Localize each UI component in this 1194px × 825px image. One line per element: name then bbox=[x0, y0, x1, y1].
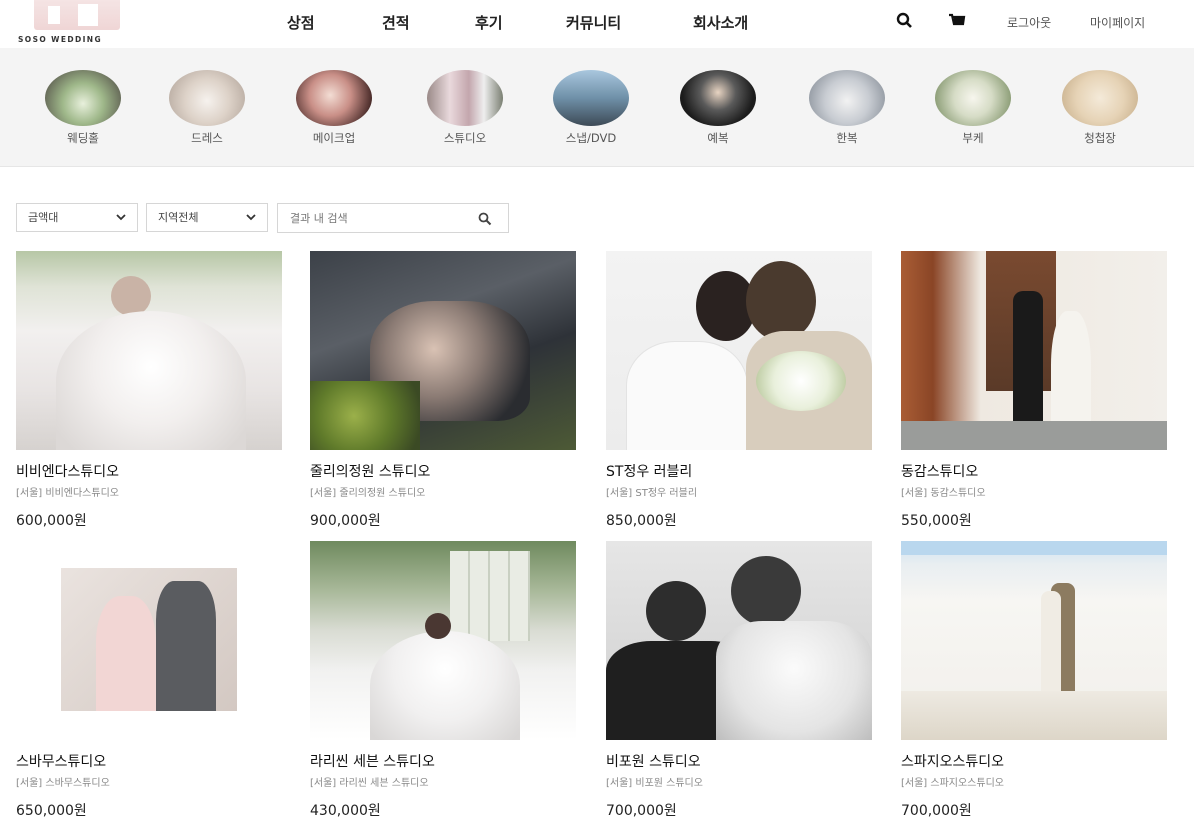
product-subtitle: [서울] 비비엔다스튜디오 bbox=[16, 488, 119, 499]
category-label: 스냅/DVD bbox=[565, 131, 617, 145]
product-photo bbox=[310, 251, 576, 450]
category-label: 부케 bbox=[962, 131, 984, 145]
product-price: 850,000원 bbox=[606, 513, 677, 529]
category-studio[interactable]: 스튜디오 bbox=[420, 70, 510, 146]
category-invitation[interactable]: 청첩장 bbox=[1055, 70, 1145, 146]
category-bar: 웨딩홀 드레스 메이크업 스튜디오 스냅/DVD 예복 한복 부케 청첩장 bbox=[0, 48, 1194, 167]
nav-reviews[interactable]: 후기 bbox=[475, 12, 503, 33]
price-range-select[interactable]: 금액대 bbox=[16, 203, 138, 232]
category-label: 메이크업 bbox=[312, 131, 356, 145]
category-image bbox=[1062, 70, 1138, 126]
nav-estimate[interactable]: 견적 bbox=[382, 12, 410, 33]
category-label: 청첩장 bbox=[1084, 131, 1116, 145]
logo-text: SOSO WEDDING bbox=[18, 35, 103, 44]
product-card[interactable]: 스바무스튜디오 [서울] 스바무스튜디오 650,000원 bbox=[16, 541, 282, 820]
product-subtitle: [서울] 라리씬 세븐 스튜디오 bbox=[310, 778, 429, 789]
category-label: 예복 bbox=[707, 131, 729, 145]
search-within-results bbox=[277, 203, 509, 233]
nav-shop[interactable]: 상점 bbox=[287, 12, 315, 33]
product-subtitle: [서울] ST정우 러블리 bbox=[606, 488, 698, 499]
product-name: 스바무스튜디오 bbox=[16, 754, 107, 770]
product-price: 550,000원 bbox=[901, 513, 972, 529]
product-price: 900,000원 bbox=[310, 513, 381, 529]
search-input[interactable] bbox=[288, 211, 472, 226]
cart-icon[interactable] bbox=[948, 12, 966, 30]
chevron-down-icon bbox=[115, 204, 127, 242]
product-name: ST정우 러블리 bbox=[606, 464, 693, 480]
category-bouquet[interactable]: 부케 bbox=[928, 70, 1018, 146]
search-icon[interactable] bbox=[896, 12, 914, 30]
category-makeup[interactable]: 메이크업 bbox=[289, 70, 379, 146]
region-label: 지역전체 bbox=[158, 211, 199, 224]
nav-community[interactable]: 커뮤니티 bbox=[566, 12, 621, 33]
product-photo bbox=[901, 541, 1167, 740]
category-image bbox=[169, 70, 245, 126]
product-name: 스파지오스튜디오 bbox=[901, 754, 1005, 770]
category-label: 한복 bbox=[836, 131, 858, 145]
product-subtitle: [서울] 동감스튜디오 bbox=[901, 488, 986, 499]
category-image bbox=[680, 70, 756, 126]
product-card[interactable]: 라리씬 세븐 스튜디오 [서울] 라리씬 세븐 스튜디오 430,000원 bbox=[310, 541, 576, 820]
category-image bbox=[809, 70, 885, 126]
product-card[interactable]: 줄리의정원 스튜디오 [서울] 줄리의정원 스튜디오 900,000원 bbox=[310, 251, 576, 530]
product-subtitle: [서울] 줄리의정원 스튜디오 bbox=[310, 488, 426, 499]
category-label: 드레스 bbox=[191, 131, 223, 145]
product-price: 700,000원 bbox=[606, 803, 677, 819]
product-price: 650,000원 bbox=[16, 803, 87, 819]
category-formal-wear[interactable]: 예복 bbox=[673, 70, 763, 146]
category-snap-dvd[interactable]: 스냅/DVD bbox=[546, 70, 636, 146]
nav-about[interactable]: 회사소개 bbox=[693, 12, 748, 33]
product-name: 동감스튜디오 bbox=[901, 464, 979, 480]
product-photo bbox=[16, 541, 282, 740]
product-photo bbox=[16, 251, 282, 450]
logout-link[interactable]: 로그아웃 bbox=[1007, 14, 1051, 31]
site-header: SOSO WEDDING 상점 견적 후기 커뮤니티 회사소개 로그아웃 마이페… bbox=[0, 0, 1194, 48]
product-price: 700,000원 bbox=[901, 803, 972, 819]
product-subtitle: [서울] 스바무스튜디오 bbox=[16, 778, 110, 789]
category-image bbox=[45, 70, 121, 126]
product-name: 라리씬 세븐 스튜디오 bbox=[310, 754, 435, 770]
category-image bbox=[296, 70, 372, 126]
product-subtitle: [서울] 스파지오스튜디오 bbox=[901, 778, 1004, 789]
category-wedding-hall[interactable]: 웨딩홀 bbox=[38, 70, 128, 146]
product-price: 430,000원 bbox=[310, 803, 381, 819]
category-dress[interactable]: 드레스 bbox=[162, 70, 252, 146]
search-icon[interactable] bbox=[478, 211, 492, 230]
product-card[interactable]: 동감스튜디오 [서울] 동감스튜디오 550,000원 bbox=[901, 251, 1167, 530]
product-price: 600,000원 bbox=[16, 513, 87, 529]
category-label: 스튜디오 bbox=[443, 131, 487, 145]
logo-mark bbox=[34, 0, 120, 30]
product-photo bbox=[310, 541, 576, 740]
price-range-label: 금액대 bbox=[28, 211, 59, 224]
category-image bbox=[935, 70, 1011, 126]
category-hanbok[interactable]: 한복 bbox=[802, 70, 892, 146]
product-card[interactable]: 비포원 스튜디오 [서울] 비포원 스튜디오 700,000원 bbox=[606, 541, 872, 820]
product-name: 비비엔다스튜디오 bbox=[16, 464, 120, 480]
product-card[interactable]: 스파지오스튜디오 [서울] 스파지오스튜디오 700,000원 bbox=[901, 541, 1167, 820]
chevron-down-icon bbox=[245, 204, 257, 242]
category-image bbox=[427, 70, 503, 126]
region-select[interactable]: 지역전체 bbox=[146, 203, 268, 232]
logo[interactable]: SOSO WEDDING bbox=[18, 0, 128, 46]
category-image bbox=[553, 70, 629, 126]
product-subtitle: [서울] 비포원 스튜디오 bbox=[606, 778, 703, 789]
product-name: 비포원 스튜디오 bbox=[606, 754, 701, 770]
mypage-link[interactable]: 마이페이지 bbox=[1090, 14, 1145, 31]
product-photo bbox=[901, 251, 1167, 450]
product-name: 줄리의정원 스튜디오 bbox=[310, 464, 431, 480]
product-card[interactable]: ST정우 러블리 [서울] ST정우 러블리 850,000원 bbox=[606, 251, 872, 530]
product-photo bbox=[606, 251, 872, 450]
product-card[interactable]: 비비엔다스튜디오 [서울] 비비엔다스튜디오 600,000원 bbox=[16, 251, 282, 530]
category-label: 웨딩홀 bbox=[67, 131, 99, 145]
product-photo bbox=[606, 541, 872, 740]
